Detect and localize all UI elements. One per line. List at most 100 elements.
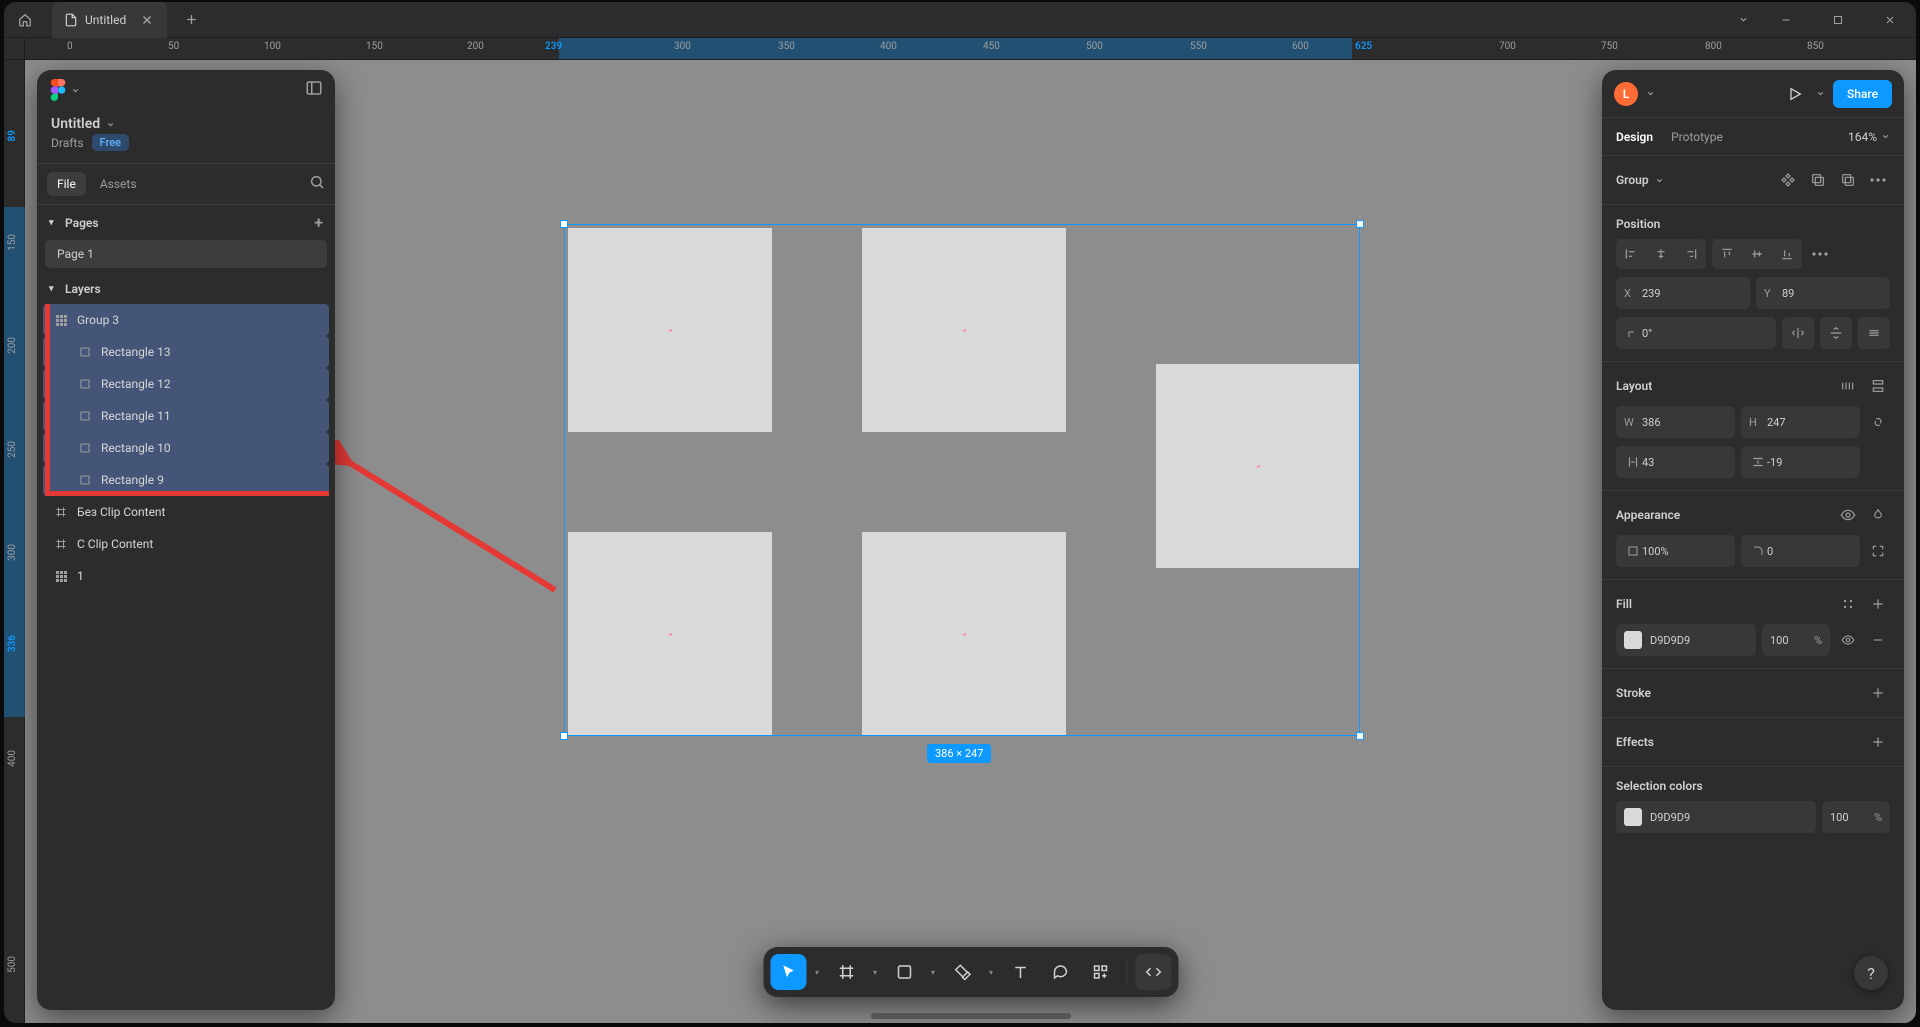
chevron-down-icon[interactable] (1646, 89, 1655, 98)
selection-frame[interactable] (564, 224, 1360, 736)
rotation-input[interactable]: 0° (1616, 317, 1776, 349)
canvas[interactable]: Untitled Drafts Free File Assets (25, 60, 1916, 1023)
more-button[interactable] (1866, 168, 1890, 192)
new-tab-button[interactable] (173, 2, 209, 38)
add-fill-button[interactable] (1866, 592, 1890, 616)
plan-badge[interactable]: Free (92, 134, 130, 151)
autolayout-h-button[interactable] (1836, 374, 1860, 398)
layer-item[interactable]: Rectangle 9 (43, 464, 329, 496)
blend-button[interactable] (1866, 503, 1890, 527)
fill-visibility-button[interactable] (1836, 628, 1860, 652)
selection-handle[interactable] (560, 732, 568, 740)
align-hcenter-button[interactable] (1646, 239, 1676, 269)
chevron-down-icon[interactable] (106, 120, 115, 129)
visibility-button[interactable] (1836, 503, 1860, 527)
home-button[interactable] (4, 2, 46, 38)
flip-h-button[interactable] (1782, 317, 1814, 349)
gap-h-input[interactable]: 43 (1616, 446, 1735, 478)
chevron-down-icon[interactable] (1816, 89, 1825, 98)
add-page-button[interactable]: + (314, 213, 323, 232)
align-bottom-button[interactable] (1772, 239, 1802, 269)
selection-handle[interactable] (1356, 220, 1364, 228)
add-effect-button[interactable] (1866, 730, 1890, 754)
mask-button[interactable] (1806, 168, 1830, 192)
add-stroke-button[interactable] (1866, 681, 1890, 705)
align-top-button[interactable] (1712, 239, 1742, 269)
main-menu-button[interactable] (49, 79, 80, 101)
present-button[interactable] (1782, 81, 1808, 107)
width-input[interactable]: W386 (1616, 406, 1735, 438)
x-input[interactable]: X239 (1616, 277, 1750, 309)
vertical-ruler[interactable]: 89150200250300336400500 (4, 60, 25, 1023)
layer-item[interactable]: Rectangle 11 (43, 400, 329, 432)
layer-item[interactable]: 1 (43, 560, 329, 592)
selection-handle[interactable] (1356, 732, 1364, 740)
radius-input[interactable]: 0 (1741, 535, 1860, 567)
actions-tool[interactable] (1082, 954, 1118, 990)
layer-item[interactable]: Rectangle 13 (43, 336, 329, 368)
align-vcenter-button[interactable] (1742, 239, 1772, 269)
flip-v-button[interactable] (1820, 317, 1852, 349)
fill-color-input[interactable]: D9D9D9 (1616, 624, 1756, 656)
layer-item[interactable]: Без Clip Content (43, 496, 329, 528)
help-button[interactable]: ? (1854, 956, 1888, 990)
move-tool-caret[interactable]: ▾ (810, 968, 824, 977)
page-item[interactable]: Page 1 (45, 240, 327, 268)
opacity-input[interactable]: 100% (1616, 535, 1735, 567)
align-left-button[interactable] (1616, 239, 1646, 269)
file-tab[interactable]: Untitled (52, 2, 167, 38)
caret-down-icon[interactable]: ▾ (49, 284, 61, 294)
align-more-button[interactable] (1808, 242, 1832, 266)
maximize-button[interactable] (1812, 2, 1864, 38)
fill-opacity-input[interactable]: 100 % (1762, 624, 1830, 656)
shape-tool-caret[interactable]: ▾ (926, 968, 940, 977)
autolayout-v-button[interactable] (1866, 374, 1890, 398)
tab-close-button[interactable] (139, 12, 155, 28)
toggle-sidebar-button[interactable] (305, 79, 323, 101)
constrain-button[interactable] (1866, 410, 1890, 434)
user-avatar[interactable]: L (1614, 82, 1638, 106)
tab-design[interactable]: Design (1616, 130, 1653, 144)
pen-tool[interactable] (944, 954, 980, 990)
pen-tool-caret[interactable]: ▾ (984, 968, 998, 977)
horizontal-ruler[interactable]: 0501001502002393003504004505005506006257… (4, 38, 1916, 60)
y-input[interactable]: Y89 (1756, 277, 1890, 309)
layer-item[interactable]: Rectangle 12 (43, 368, 329, 400)
chevron-down-icon[interactable] (1655, 176, 1664, 185)
close-window-button[interactable] (1864, 2, 1916, 38)
horizontal-scrollbar[interactable] (871, 1013, 1071, 1019)
tab-prototype[interactable]: Prototype (1671, 130, 1723, 144)
selcolor-opacity-input[interactable]: 100 % (1822, 801, 1890, 833)
remove-fill-button[interactable] (1866, 628, 1890, 652)
layer-item[interactable]: Group 3 (43, 304, 329, 336)
selcolor-input[interactable]: D9D9D9 (1616, 801, 1816, 833)
doc-title[interactable]: Untitled (51, 116, 100, 132)
breadcrumb-drafts[interactable]: Drafts (51, 136, 84, 150)
search-button[interactable] (309, 174, 325, 194)
tidy-button[interactable] (1858, 317, 1890, 349)
tab-assets[interactable]: Assets (90, 172, 147, 196)
gap-v-input[interactable]: -19 (1741, 446, 1860, 478)
frame-tool[interactable] (828, 954, 864, 990)
layer-item[interactable]: Rectangle 10 (43, 432, 329, 464)
frame-tool-caret[interactable]: ▾ (868, 968, 882, 977)
comment-tool[interactable] (1042, 954, 1078, 990)
component-button[interactable] (1776, 168, 1800, 192)
tab-file[interactable]: File (47, 172, 86, 196)
selection-handle[interactable] (560, 220, 568, 228)
individual-corners-button[interactable] (1866, 539, 1890, 563)
layer-item[interactable]: C Clip Content (43, 528, 329, 560)
align-right-button[interactable] (1676, 239, 1706, 269)
fill-styles-button[interactable] (1836, 592, 1860, 616)
shape-tool[interactable] (886, 954, 922, 990)
window-dropdown[interactable] (1726, 2, 1760, 38)
text-tool[interactable] (1002, 954, 1038, 990)
zoom-control[interactable]: 164% (1848, 130, 1890, 144)
dev-mode-toggle[interactable] (1135, 954, 1171, 990)
height-input[interactable]: H247 (1741, 406, 1860, 438)
minimize-button[interactable] (1760, 2, 1812, 38)
copy-button[interactable] (1836, 168, 1860, 192)
move-tool[interactable] (770, 954, 806, 990)
share-button[interactable]: Share (1833, 80, 1892, 108)
caret-down-icon[interactable]: ▾ (49, 218, 61, 228)
